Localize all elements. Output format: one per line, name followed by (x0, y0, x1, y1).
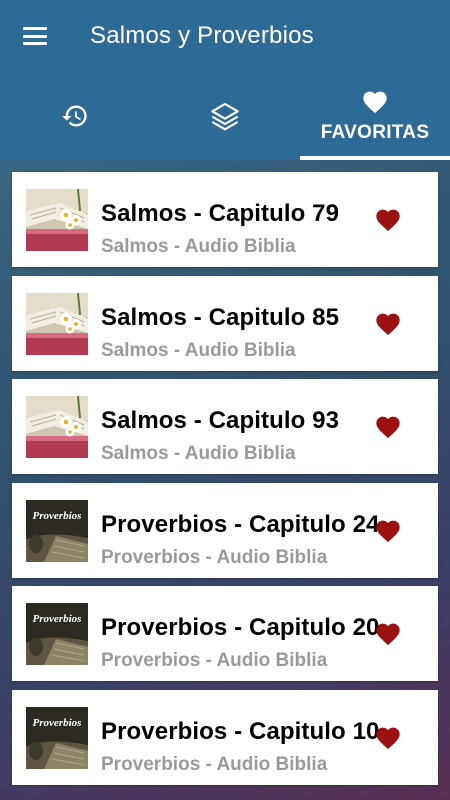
item-title: Salmos - Capitulo 93 (101, 407, 340, 434)
tab-favoritas[interactable]: FAVORITAS (300, 72, 450, 160)
menu-button[interactable] (0, 0, 70, 72)
list-item[interactable]: Proverbios Proverbios - Capitulo 24 Prov… (12, 482, 438, 578)
thumb-text: Proverbios (33, 717, 82, 729)
tab-label: FAVORITAS (320, 122, 430, 143)
list-item[interactable]: Salmos - Capitulo 79 Salmos - Audio Bibl… (12, 172, 438, 267)
list-item[interactable]: Proverbios Proverbios - Capitulo 20 Prov… (12, 586, 438, 681)
proverbios-thumbnail: Proverbios (26, 706, 88, 769)
history-icon (62, 105, 87, 127)
tab-history[interactable] (0, 72, 150, 160)
item-title: Salmos - Capitulo 79 (101, 200, 340, 227)
hamburger-icon (23, 27, 47, 45)
list-item[interactable]: Salmos - Capitulo 93 Salmos - Audio Bibl… (12, 379, 438, 474)
salmos-thumbnail (26, 189, 88, 251)
layers-icon (211, 102, 239, 131)
item-subtitle: Proverbios - Audio Biblia (101, 753, 328, 775)
item-subtitle: Salmos - Audio Biblia (101, 339, 296, 361)
favorite-heart-icon[interactable] (374, 413, 402, 439)
favorites-list: Salmos - Capitulo 79 Salmos - Audio Bibl… (12, 172, 438, 793)
app-bar: Salmos y Proverbios (0, 0, 450, 72)
list-item[interactable]: Proverbios Proverbios - Capitulo 10 Prov… (12, 689, 438, 785)
item-title: Salmos - Capitulo 85 (101, 303, 340, 331)
item-title: Proverbios - Capitulo 20 (101, 614, 380, 641)
item-subtitle: Proverbios - Audio Biblia (101, 546, 328, 568)
proverbios-thumbnail: Proverbios (26, 603, 88, 665)
item-subtitle: Proverbios - Audio Biblia (101, 650, 328, 671)
item-subtitle: Salmos - Audio Biblia (101, 443, 296, 464)
favorite-heart-icon[interactable] (374, 517, 402, 543)
item-title: Proverbios - Capitulo 24 (101, 510, 380, 538)
tab-bar: FAVORITAS (0, 72, 450, 160)
favorite-heart-icon[interactable] (374, 620, 402, 646)
favorite-heart-icon[interactable] (374, 310, 402, 336)
favorite-heart-icon[interactable] (374, 724, 402, 750)
item-subtitle: Salmos - Audio Biblia (101, 236, 296, 257)
item-title: Proverbios - Capitulo 10 (101, 717, 380, 745)
tab-layers[interactable] (150, 72, 300, 160)
list-item[interactable]: Salmos - Capitulo 85 Salmos - Audio Bibl… (12, 275, 438, 371)
proverbios-thumbnail: Proverbios (26, 499, 88, 562)
thumb-text: Proverbios (33, 510, 82, 522)
salmos-thumbnail (26, 292, 88, 355)
favorite-heart-icon[interactable] (374, 206, 402, 232)
heart-icon (363, 91, 387, 114)
salmos-thumbnail (26, 396, 88, 458)
thumb-text: Proverbios (33, 613, 82, 625)
app-title: Salmos y Proverbios (90, 22, 314, 49)
